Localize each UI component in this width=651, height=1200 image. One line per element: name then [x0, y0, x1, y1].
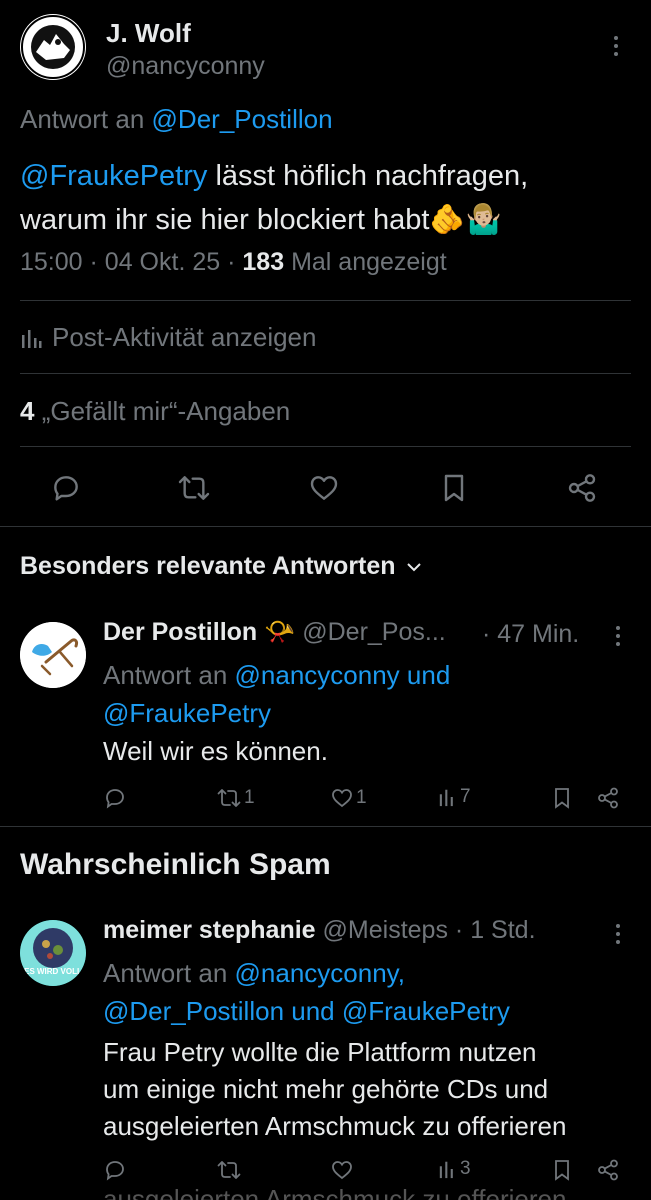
- reply1-context: Antwort an @nancyconny und @FraukePetry: [103, 656, 450, 732]
- reply2-reply-to-link[interactable]: @nancyconny,: [235, 958, 405, 988]
- likes-label: „Gefällt mir“-Angaben: [41, 396, 291, 426]
- analytics-icon: [438, 1158, 458, 1180]
- post-activity-link[interactable]: Post-Aktivität anzeigen: [20, 322, 316, 353]
- share-icon[interactable]: [596, 786, 620, 810]
- author-name[interactable]: J. Wolf: [106, 18, 191, 49]
- like-icon: [330, 1158, 354, 1182]
- retweet-icon: [216, 786, 242, 810]
- spam-section-title: Wahrscheinlich Spam: [20, 848, 331, 881]
- like-icon: [330, 786, 354, 810]
- reply2-author-name[interactable]: meimer stephanie: [103, 916, 316, 944]
- chevron-down-icon: [406, 561, 422, 573]
- post-text: @FraukePetry lässt höflich nachfragen, w…: [20, 154, 640, 242]
- reply2-text-line: ausgeleierten Armschmuck zu offerieren: [103, 1111, 567, 1141]
- post-text-part: lässt höflich nachfragen,: [207, 160, 529, 192]
- reply1-time[interactable]: · 47 Min.: [482, 620, 579, 649]
- more-icon[interactable]: [616, 626, 622, 650]
- reply2-header: meimer stephanie @Meisteps · 1 Std.: [103, 916, 536, 945]
- post-activity-label: Post-Aktivität anzeigen: [52, 322, 317, 352]
- reply1-author-emoji: 📯: [264, 618, 296, 646]
- reply-context: Antwort an @Der_Postillon: [20, 104, 333, 135]
- reply2-views-button[interactable]: 3: [438, 1158, 471, 1180]
- post-time[interactable]: 15:00: [20, 248, 83, 276]
- analytics-icon: [20, 327, 42, 349]
- reply2-overflow-text: ausgeleierten Armschmuck zu offerieren: [103, 1186, 566, 1200]
- reply2-reply-to-link[interactable]: @Der_Postillon und @FraukePetry: [103, 996, 510, 1026]
- retweet-icon[interactable]: [176, 472, 212, 504]
- reply2-author-handle[interactable]: @Meisteps: [323, 916, 448, 944]
- post-text-part: warum ihr sie hier blockiert habt: [20, 204, 430, 236]
- share-icon[interactable]: [566, 472, 598, 504]
- reply2-time[interactable]: · 1 Std.: [455, 916, 536, 944]
- mention-link[interactable]: @FraukePetry: [20, 160, 207, 192]
- bookmark-icon[interactable]: [552, 1158, 572, 1182]
- reply1-header: Der Postillon 📯 @Der_Pos...: [103, 618, 446, 647]
- post-emojis: 🫵🤷🏼‍♂️: [429, 204, 502, 236]
- post-text-line-1: @FraukePetry lässt höflich nachfragen,: [20, 154, 640, 198]
- reply2-like-button[interactable]: [330, 1158, 354, 1182]
- reply2-retweet-button[interactable]: [216, 1158, 242, 1182]
- reply2-text-line: Frau Petry wollte die Plattform nutzen: [103, 1037, 537, 1067]
- reply2-text-line: um einige nicht mehr gehörte CDs und: [103, 1074, 549, 1104]
- reply2-context: Antwort an @nancyconny, @Der_Postillon u…: [103, 954, 510, 1030]
- likes-summary[interactable]: 4 „Gefällt mir“-Angaben: [20, 396, 290, 427]
- share-icon[interactable]: [596, 1158, 620, 1182]
- like-icon[interactable]: [307, 472, 341, 504]
- replies-sort-dropdown[interactable]: Besonders relevante Antworten: [20, 552, 422, 581]
- reply1-author-name[interactable]: Der Postillon: [103, 618, 257, 646]
- reply-to-link[interactable]: @Der_Postillon: [152, 104, 333, 134]
- reply1-retweet-count: 1: [244, 787, 255, 808]
- views-label: Mal angezeigt: [291, 248, 447, 276]
- reply1-author-handle[interactable]: @Der_Pos...: [302, 618, 445, 646]
- reply2-text: Frau Petry wollte die Plattform nutzen u…: [103, 1034, 566, 1145]
- reply-prefix: Antwort an: [20, 104, 145, 134]
- reply-icon[interactable]: [50, 472, 82, 504]
- more-icon[interactable]: [614, 36, 620, 60]
- reply-icon: [103, 786, 127, 810]
- author-avatar[interactable]: [20, 14, 86, 80]
- post-text-line-2: warum ihr sie hier blockiert habt🫵🤷🏼‍♂️: [20, 198, 640, 242]
- reply1-like-count: 1: [356, 787, 367, 808]
- bookmark-icon[interactable]: [440, 472, 468, 504]
- reply1-text: Weil wir es können.: [103, 736, 328, 766]
- reply2-reply-prefix: Antwort an: [103, 958, 228, 988]
- reply-icon: [103, 1158, 127, 1182]
- retweet-icon: [216, 1158, 242, 1182]
- reply1-reply-button[interactable]: [103, 786, 127, 810]
- reply1-views-count: 7: [460, 786, 471, 807]
- bookmark-icon[interactable]: [552, 786, 572, 810]
- reply2-views-count: 3: [460, 1158, 471, 1179]
- reply1-reply-to-link[interactable]: @FraukePetry: [103, 698, 271, 728]
- reply2-avatar-text: ES WIRD VOLL: [24, 967, 82, 976]
- reply1-reply-to-link[interactable]: @nancyconny und: [235, 660, 451, 690]
- views-count: 183: [242, 248, 285, 276]
- reply1-views-button[interactable]: 7: [438, 786, 471, 808]
- reply2-avatar[interactable]: ES WIRD VOLL: [20, 920, 86, 986]
- reply1-reply-prefix: Antwort an: [103, 660, 228, 690]
- analytics-icon: [438, 786, 458, 808]
- reply1-avatar[interactable]: [20, 622, 86, 688]
- reply2-reply-button[interactable]: [103, 1158, 127, 1182]
- replies-sort-label: Besonders relevante Antworten: [20, 552, 396, 580]
- post-meta: 15:00 · 04 Okt. 25 · 183 Mal angezeigt: [20, 248, 447, 276]
- likes-count: 4: [20, 396, 35, 426]
- more-icon[interactable]: [616, 924, 622, 948]
- reply1-retweet-button[interactable]: 1: [216, 786, 255, 810]
- author-handle[interactable]: @nancyconny: [106, 52, 265, 81]
- reply1-like-button[interactable]: 1: [330, 786, 367, 810]
- post-date[interactable]: 04 Okt. 25: [105, 248, 220, 276]
